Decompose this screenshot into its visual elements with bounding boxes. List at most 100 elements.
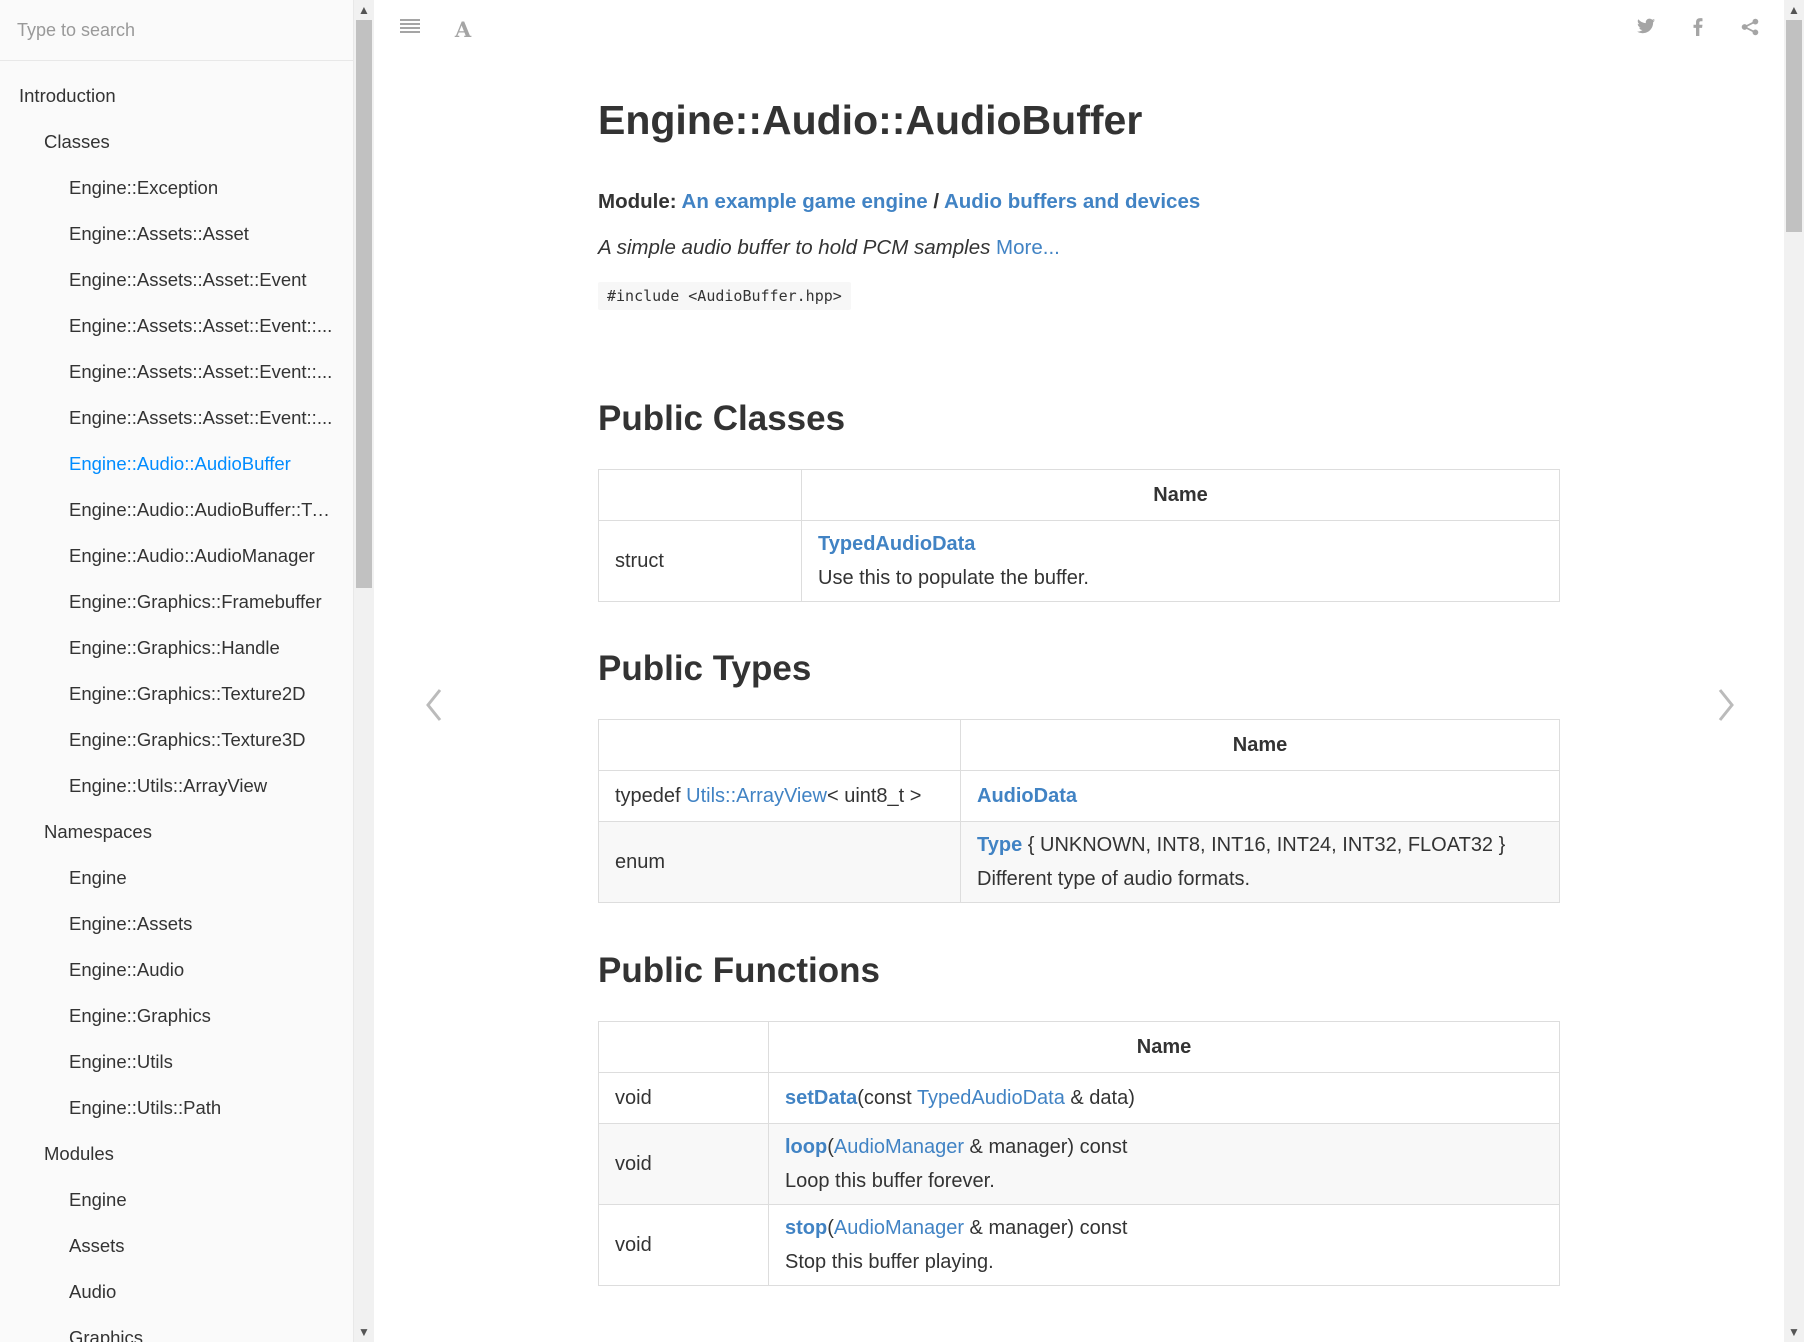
sidebar-item[interactable]: Engine::Assets::Asset::Event bbox=[0, 257, 334, 303]
audiodata-link[interactable]: AudioData bbox=[977, 785, 1077, 807]
scroll-up-arrow-icon[interactable]: ▲ bbox=[354, 0, 374, 20]
public-functions-table: Name void setData(const TypedAudioData &… bbox=[598, 1021, 1560, 1286]
search-input[interactable] bbox=[17, 0, 336, 60]
table-row: void setData(const TypedAudioData & data… bbox=[598, 1072, 1560, 1124]
twitter-icon[interactable] bbox=[1634, 18, 1658, 42]
section-heading-public-types: Public Types bbox=[598, 649, 812, 688]
scroll-up-arrow-icon[interactable]: ▲ bbox=[1784, 0, 1804, 20]
type-name-cell: AudioData bbox=[960, 770, 1560, 822]
scrollbar-thumb[interactable] bbox=[356, 20, 372, 588]
function-signature: setData(const TypedAudioData & data) bbox=[768, 1072, 1560, 1124]
public-types-table: Name typedef Utils::ArrayView< uint8_t >… bbox=[598, 719, 1560, 903]
table-header-row: Name bbox=[598, 719, 1560, 771]
module-label: Module: bbox=[598, 190, 677, 213]
class-link[interactable]: TypedAudioData bbox=[818, 533, 975, 555]
type-enum-link[interactable]: Type bbox=[977, 834, 1022, 856]
sidebar-item[interactable]: Engine::Assets bbox=[0, 901, 334, 947]
sidebar-item[interactable]: Engine::Graphics::Texture3D bbox=[0, 717, 334, 763]
loop-link[interactable]: loop bbox=[785, 1136, 827, 1158]
sidebar-item[interactable]: Engine::Graphics bbox=[0, 993, 334, 1039]
stop-link[interactable]: stop bbox=[785, 1217, 827, 1239]
function-signature: stop(AudioManager & manager) const Stop … bbox=[768, 1204, 1560, 1286]
sidebar-item[interactable]: Engine::Utils::ArrayView bbox=[0, 763, 334, 809]
module-link-audio[interactable]: Audio buffers and devices bbox=[944, 190, 1200, 213]
type-declaration: typedef Utils::ArrayView< uint8_t > bbox=[598, 770, 961, 822]
table-header-name: Name bbox=[801, 469, 1560, 521]
sidebar-item[interactable]: Engine::Audio::AudioManager bbox=[0, 533, 334, 579]
module-link-engine[interactable]: An example game engine bbox=[682, 190, 928, 213]
sidebar-item[interactable]: Classes bbox=[0, 119, 320, 165]
arrayview-link[interactable]: Utils::ArrayView bbox=[686, 785, 827, 807]
more-link[interactable]: More... bbox=[996, 236, 1060, 259]
sidebar-item[interactable]: Engine bbox=[0, 1177, 334, 1223]
audiomanager-param-link[interactable]: AudioManager bbox=[834, 1136, 964, 1158]
class-kind: struct bbox=[598, 520, 802, 602]
function-params-rest: & manager) const bbox=[963, 1136, 1128, 1158]
sidebar-item[interactable]: Engine::Assets::Asset bbox=[0, 211, 334, 257]
sidebar-item[interactable]: Assets bbox=[0, 1223, 334, 1269]
typedef-keyword: typedef bbox=[615, 784, 681, 807]
function-return-type: void bbox=[598, 1123, 769, 1205]
page-title: Engine::Audio::AudioBuffer bbox=[598, 97, 1143, 143]
sidebar-item[interactable]: Audio bbox=[0, 1269, 334, 1315]
function-params-rest: & data) bbox=[1064, 1086, 1135, 1109]
scrollbar-thumb[interactable] bbox=[1786, 20, 1802, 232]
table-row: struct TypedAudioData Use this to popula… bbox=[598, 520, 1560, 602]
sidebar-item[interactable]: Engine::Audio::AudioBuffer::Ty... bbox=[0, 487, 334, 533]
facebook-icon[interactable] bbox=[1686, 18, 1710, 42]
main-scrollbar[interactable]: ▲ ▼ bbox=[1784, 0, 1804, 1342]
search-box bbox=[0, 0, 353, 61]
type-kind: enum bbox=[598, 821, 961, 903]
sidebar-item[interactable]: Engine::Exception bbox=[0, 165, 334, 211]
type-name-cell: Type { UNKNOWN, INT8, INT16, INT24, INT3… bbox=[960, 821, 1560, 903]
function-params-open: ( bbox=[827, 1136, 834, 1158]
sidebar-item[interactable]: Engine::Assets::Asset::Event::... bbox=[0, 349, 334, 395]
typedaudiodata-param-link[interactable]: TypedAudioData bbox=[917, 1087, 1065, 1109]
page-body: Engine::Audio::AudioBuffer Module: An ex… bbox=[598, 90, 1560, 1286]
setdata-link[interactable]: setData bbox=[785, 1087, 857, 1109]
table-header-name: Name bbox=[768, 1021, 1560, 1073]
main-content: A Engine::Audio::AudioBuffer Module: An … bbox=[375, 0, 1784, 1342]
class-name-cell: TypedAudioData Use this to populate the … bbox=[801, 520, 1560, 602]
sidebar-item[interactable]: Engine::Graphics::Handle bbox=[0, 625, 334, 671]
table-header-row: Name bbox=[598, 469, 1560, 521]
include-snippet: #include <AudioBuffer.hpp> bbox=[598, 282, 851, 310]
hamburger-icon[interactable] bbox=[398, 18, 422, 42]
sidebar-scrollbar[interactable]: ▲ ▼ bbox=[354, 0, 374, 1342]
next-page-chevron-icon[interactable] bbox=[1711, 680, 1741, 730]
scroll-down-arrow-icon[interactable]: ▼ bbox=[1784, 1322, 1804, 1342]
previous-page-chevron-icon[interactable] bbox=[419, 680, 449, 730]
table-row: typedef Utils::ArrayView< uint8_t > Audi… bbox=[598, 770, 1560, 822]
sidebar-item[interactable]: Introduction bbox=[0, 73, 315, 119]
function-signature: loop(AudioManager & manager) const Loop … bbox=[768, 1123, 1560, 1205]
type-template-args: < uint8_t > bbox=[826, 784, 922, 807]
function-params-rest: & manager) const bbox=[963, 1217, 1128, 1239]
sidebar-item[interactable]: Engine::Assets::Asset::Event::... bbox=[0, 395, 334, 441]
brief-text: A simple audio buffer to hold PCM sample… bbox=[598, 236, 991, 259]
function-description: Stop this buffer playing. bbox=[785, 1251, 994, 1273]
sidebar-item[interactable]: Engine::Audio bbox=[0, 947, 334, 993]
audiomanager-param-link[interactable]: AudioManager bbox=[834, 1217, 964, 1239]
scroll-down-arrow-icon[interactable]: ▼ bbox=[354, 1322, 374, 1342]
table-header-name: Name bbox=[960, 719, 1560, 771]
sidebar-item[interactable]: Graphics bbox=[0, 1315, 334, 1342]
table-row: void loop(AudioManager & manager) const … bbox=[598, 1123, 1560, 1205]
sidebar: IntroductionClassesEngine::ExceptionEngi… bbox=[0, 0, 354, 1342]
table-header-empty bbox=[598, 1021, 769, 1073]
table-header-empty bbox=[598, 719, 961, 771]
toolbar: A bbox=[375, 0, 1784, 60]
share-icon[interactable] bbox=[1738, 18, 1762, 42]
sidebar-item[interactable]: Engine::Graphics::Framebuffer bbox=[0, 579, 334, 625]
sidebar-item[interactable]: Namespaces bbox=[0, 809, 320, 855]
sidebar-item[interactable]: Engine::Utils bbox=[0, 1039, 334, 1085]
sidebar-item[interactable]: Engine::Assets::Asset::Event::... bbox=[0, 303, 334, 349]
sidebar-nav: Introduction Classes Engine::Exception Engi… bbox=[0, 61, 353, 1342]
sidebar-item[interactable]: Modules bbox=[0, 1131, 320, 1177]
function-return-type: void bbox=[598, 1072, 769, 1124]
sidebar-item[interactable]: Engine::Utils::Path bbox=[0, 1085, 334, 1131]
font-settings-icon[interactable]: A bbox=[451, 18, 475, 42]
module-breadcrumb: Module: An example game engine / Audio b… bbox=[598, 190, 1560, 214]
sidebar-item[interactable]: Engine::Audio::AudioBuffer bbox=[0, 441, 334, 487]
sidebar-item[interactable]: Engine bbox=[0, 855, 334, 901]
sidebar-item[interactable]: Engine::Graphics::Texture2D bbox=[0, 671, 334, 717]
